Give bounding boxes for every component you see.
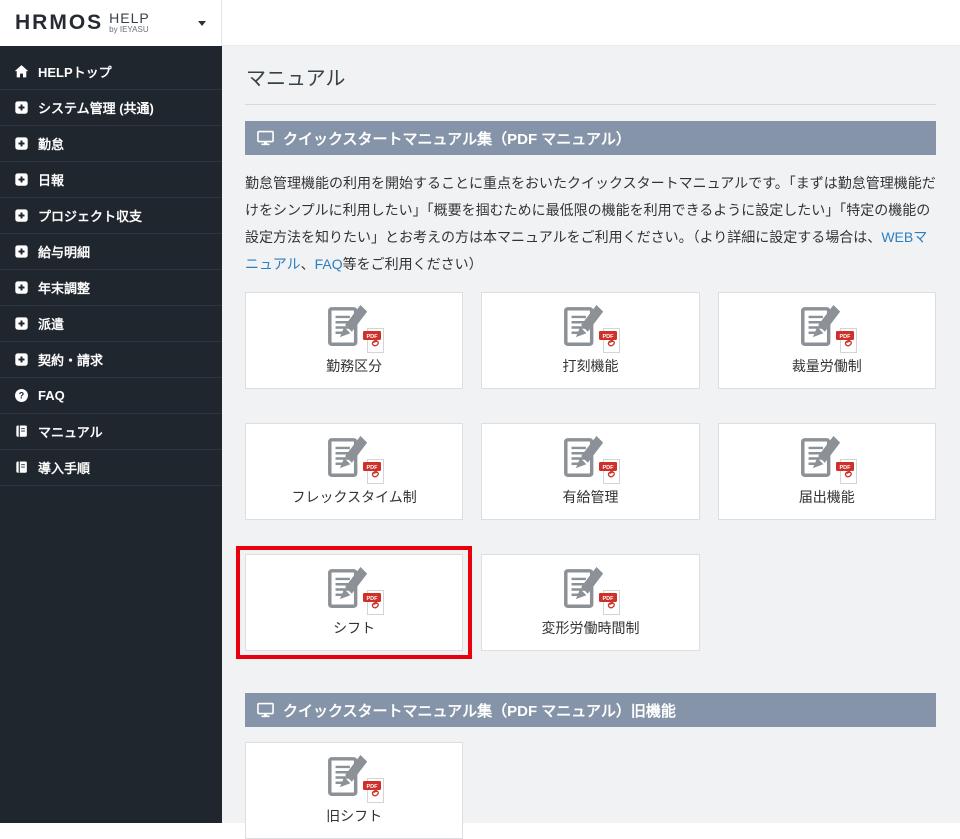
- legacy-card-grid: 旧シフト: [245, 742, 936, 839]
- main-area: マニュアル クイックスタートマニュアル集（PDF マニュアル） 勤怠管理機能の利…: [222, 0, 960, 839]
- description-separator: 、: [300, 256, 315, 272]
- monitor-icon: [257, 130, 274, 146]
- document-pencil-icon: [795, 304, 859, 350]
- sidebar-item-kintai[interactable]: 勤怠: [0, 126, 222, 162]
- page-content: マニュアル クイックスタートマニュアル集（PDF マニュアル） 勤怠管理機能の利…: [222, 46, 960, 839]
- section-header-quickstart-legacy: クイックスタートマニュアル集（PDF マニュアル）旧機能: [245, 693, 936, 727]
- question-circle-icon: [14, 388, 29, 403]
- section-description: 勤怠管理機能の利用を開始することに重点をおいたクイックスタートマニュアルです。「…: [245, 170, 936, 278]
- section-header-label: クイックスタートマニュアル集（PDF マニュアル）: [283, 130, 631, 148]
- brand-logo: HRMOS: [15, 11, 104, 34]
- logo-area: HRMOS HELP by IEYASU: [0, 0, 222, 46]
- manual-card-label: 勤務区分: [326, 358, 383, 374]
- document-pencil-icon: [322, 566, 386, 612]
- description-text: 等をご利用ください）: [342, 256, 483, 272]
- manual-card-label: 届出機能: [798, 489, 855, 505]
- document-pencil-icon: [322, 754, 386, 800]
- sidebar-item-label: 導入手順: [38, 461, 91, 476]
- title-divider: [245, 104, 936, 105]
- card-kyu-shift[interactable]: 旧シフト: [245, 742, 464, 839]
- sidebar-item-label: 派遣: [38, 317, 65, 332]
- sidebar-item-label: HELPトップ: [38, 65, 112, 80]
- plus-square-icon: [14, 244, 29, 259]
- sidebar-nav: HELPトップ システム管理 (共通) 勤怠 日報 プロジェクト収支 給与明細: [0, 46, 222, 486]
- manual-card-label: 旧シフト: [326, 808, 383, 824]
- sidebar-item-system-admin[interactable]: システム管理 (共通): [0, 90, 222, 126]
- sidebar-item-label: マニュアル: [38, 425, 103, 440]
- card-kinmu-kubun[interactable]: 勤務区分: [245, 292, 464, 389]
- sidebar-item-kyuyo-meisai[interactable]: 給与明細: [0, 234, 222, 270]
- pdf-icon: [836, 328, 857, 353]
- plus-square-icon: [14, 316, 29, 331]
- card-flextime[interactable]: フレックスタイム制: [245, 423, 464, 520]
- pdf-icon: [599, 590, 620, 615]
- brand-product: HELP: [109, 10, 150, 27]
- document-pencil-icon: [558, 435, 622, 481]
- plus-square-icon: [14, 208, 29, 223]
- pdf-icon: [599, 459, 620, 484]
- sidebar-item-manual[interactable]: マニュアル: [0, 414, 222, 450]
- home-icon: [14, 64, 29, 79]
- pdf-icon: [363, 328, 384, 353]
- sidebar-item-nenmatsu-chosei[interactable]: 年末調整: [0, 270, 222, 306]
- section-header-quickstart: クイックスタートマニュアル集（PDF マニュアル）: [245, 121, 936, 155]
- card-dakoku-kino[interactable]: 打刻機能: [481, 292, 700, 389]
- document-pencil-icon: [322, 435, 386, 481]
- sidebar-item-label: 給与明細: [38, 245, 91, 260]
- document-pencil-icon: [795, 435, 859, 481]
- monitor-icon: [257, 702, 274, 718]
- chevron-down-icon[interactable]: [198, 21, 206, 26]
- top-bar: [222, 0, 960, 46]
- pdf-icon: [599, 328, 620, 353]
- card-yukyu-kanri[interactable]: 有給管理: [481, 423, 700, 520]
- sidebar-item-faq[interactable]: FAQ: [0, 378, 222, 414]
- faq-link[interactable]: FAQ: [315, 256, 343, 272]
- sidebar-item-label: システム管理 (共通): [38, 101, 154, 116]
- plus-square-icon: [14, 136, 29, 151]
- page-title: マニュアル: [246, 68, 346, 90]
- sidebar-item-keiyaku-seikyu[interactable]: 契約・請求: [0, 342, 222, 378]
- sidebar-item-help-top[interactable]: HELPトップ: [0, 54, 222, 90]
- card-henkei-rodo-jikan[interactable]: 変形労働時間制: [481, 554, 700, 651]
- manual-card-label: フレックスタイム制: [291, 489, 417, 505]
- sidebar-item-haken[interactable]: 派遣: [0, 306, 222, 342]
- card-sairyo-rodo[interactable]: 裁量労働制: [717, 292, 936, 389]
- manual-card-label: シフト: [333, 620, 376, 636]
- manual-card-grid: 勤務区分 打刻機能 裁量労働制 フレックスタイム制 有給管理 届出機能 シフト …: [236, 292, 936, 659]
- sidebar-item-project-shushi[interactable]: プロジェクト収支: [0, 198, 222, 234]
- pdf-icon: [836, 459, 857, 484]
- card-todokede-kino[interactable]: 届出機能: [717, 423, 936, 520]
- brand-byline: by IEYASU: [109, 25, 149, 35]
- sidebar-item-label: 年末調整: [38, 281, 91, 296]
- sidebar-item-nippo[interactable]: 日報: [0, 162, 222, 198]
- manual-card-label: 有給管理: [562, 489, 619, 505]
- sidebar: HRMOS HELP by IEYASU HELPトップ システム管理 (共通)…: [0, 0, 222, 823]
- document-pencil-icon: [322, 304, 386, 350]
- sidebar-item-label: 勤怠: [38, 137, 65, 152]
- manual-card-label: 裁量労働制: [791, 358, 862, 374]
- pdf-icon: [363, 590, 384, 615]
- sidebar-item-donyu-tejun[interactable]: 導入手順: [0, 450, 222, 486]
- sidebar-item-label: 日報: [38, 173, 65, 188]
- plus-square-icon: [14, 172, 29, 187]
- manual-card-label: 打刻機能: [562, 358, 619, 374]
- card-shift[interactable]: シフト: [236, 546, 473, 659]
- plus-square-icon: [14, 100, 29, 115]
- book-icon: [14, 424, 29, 439]
- plus-square-icon: [14, 280, 29, 295]
- sidebar-item-label: 契約・請求: [38, 353, 104, 368]
- document-pencil-icon: [558, 304, 622, 350]
- pdf-icon: [363, 459, 384, 484]
- plus-square-icon: [14, 352, 29, 367]
- manual-card-label: 変形労働時間制: [541, 620, 640, 636]
- app-window: HRMOS HELP by IEYASU HELPトップ システム管理 (共通)…: [0, 0, 960, 839]
- book-icon: [14, 460, 29, 475]
- document-pencil-icon: [558, 566, 622, 612]
- sidebar-item-label: FAQ: [38, 388, 65, 403]
- pdf-icon: [363, 778, 384, 803]
- section-header-label: クイックスタートマニュアル集（PDF マニュアル）旧機能: [283, 702, 676, 720]
- sidebar-item-label: プロジェクト収支: [38, 209, 143, 224]
- description-text: 勤怠管理機能の利用を開始することに重点をおいたクイックスタートマニュアルです。「…: [245, 175, 936, 245]
